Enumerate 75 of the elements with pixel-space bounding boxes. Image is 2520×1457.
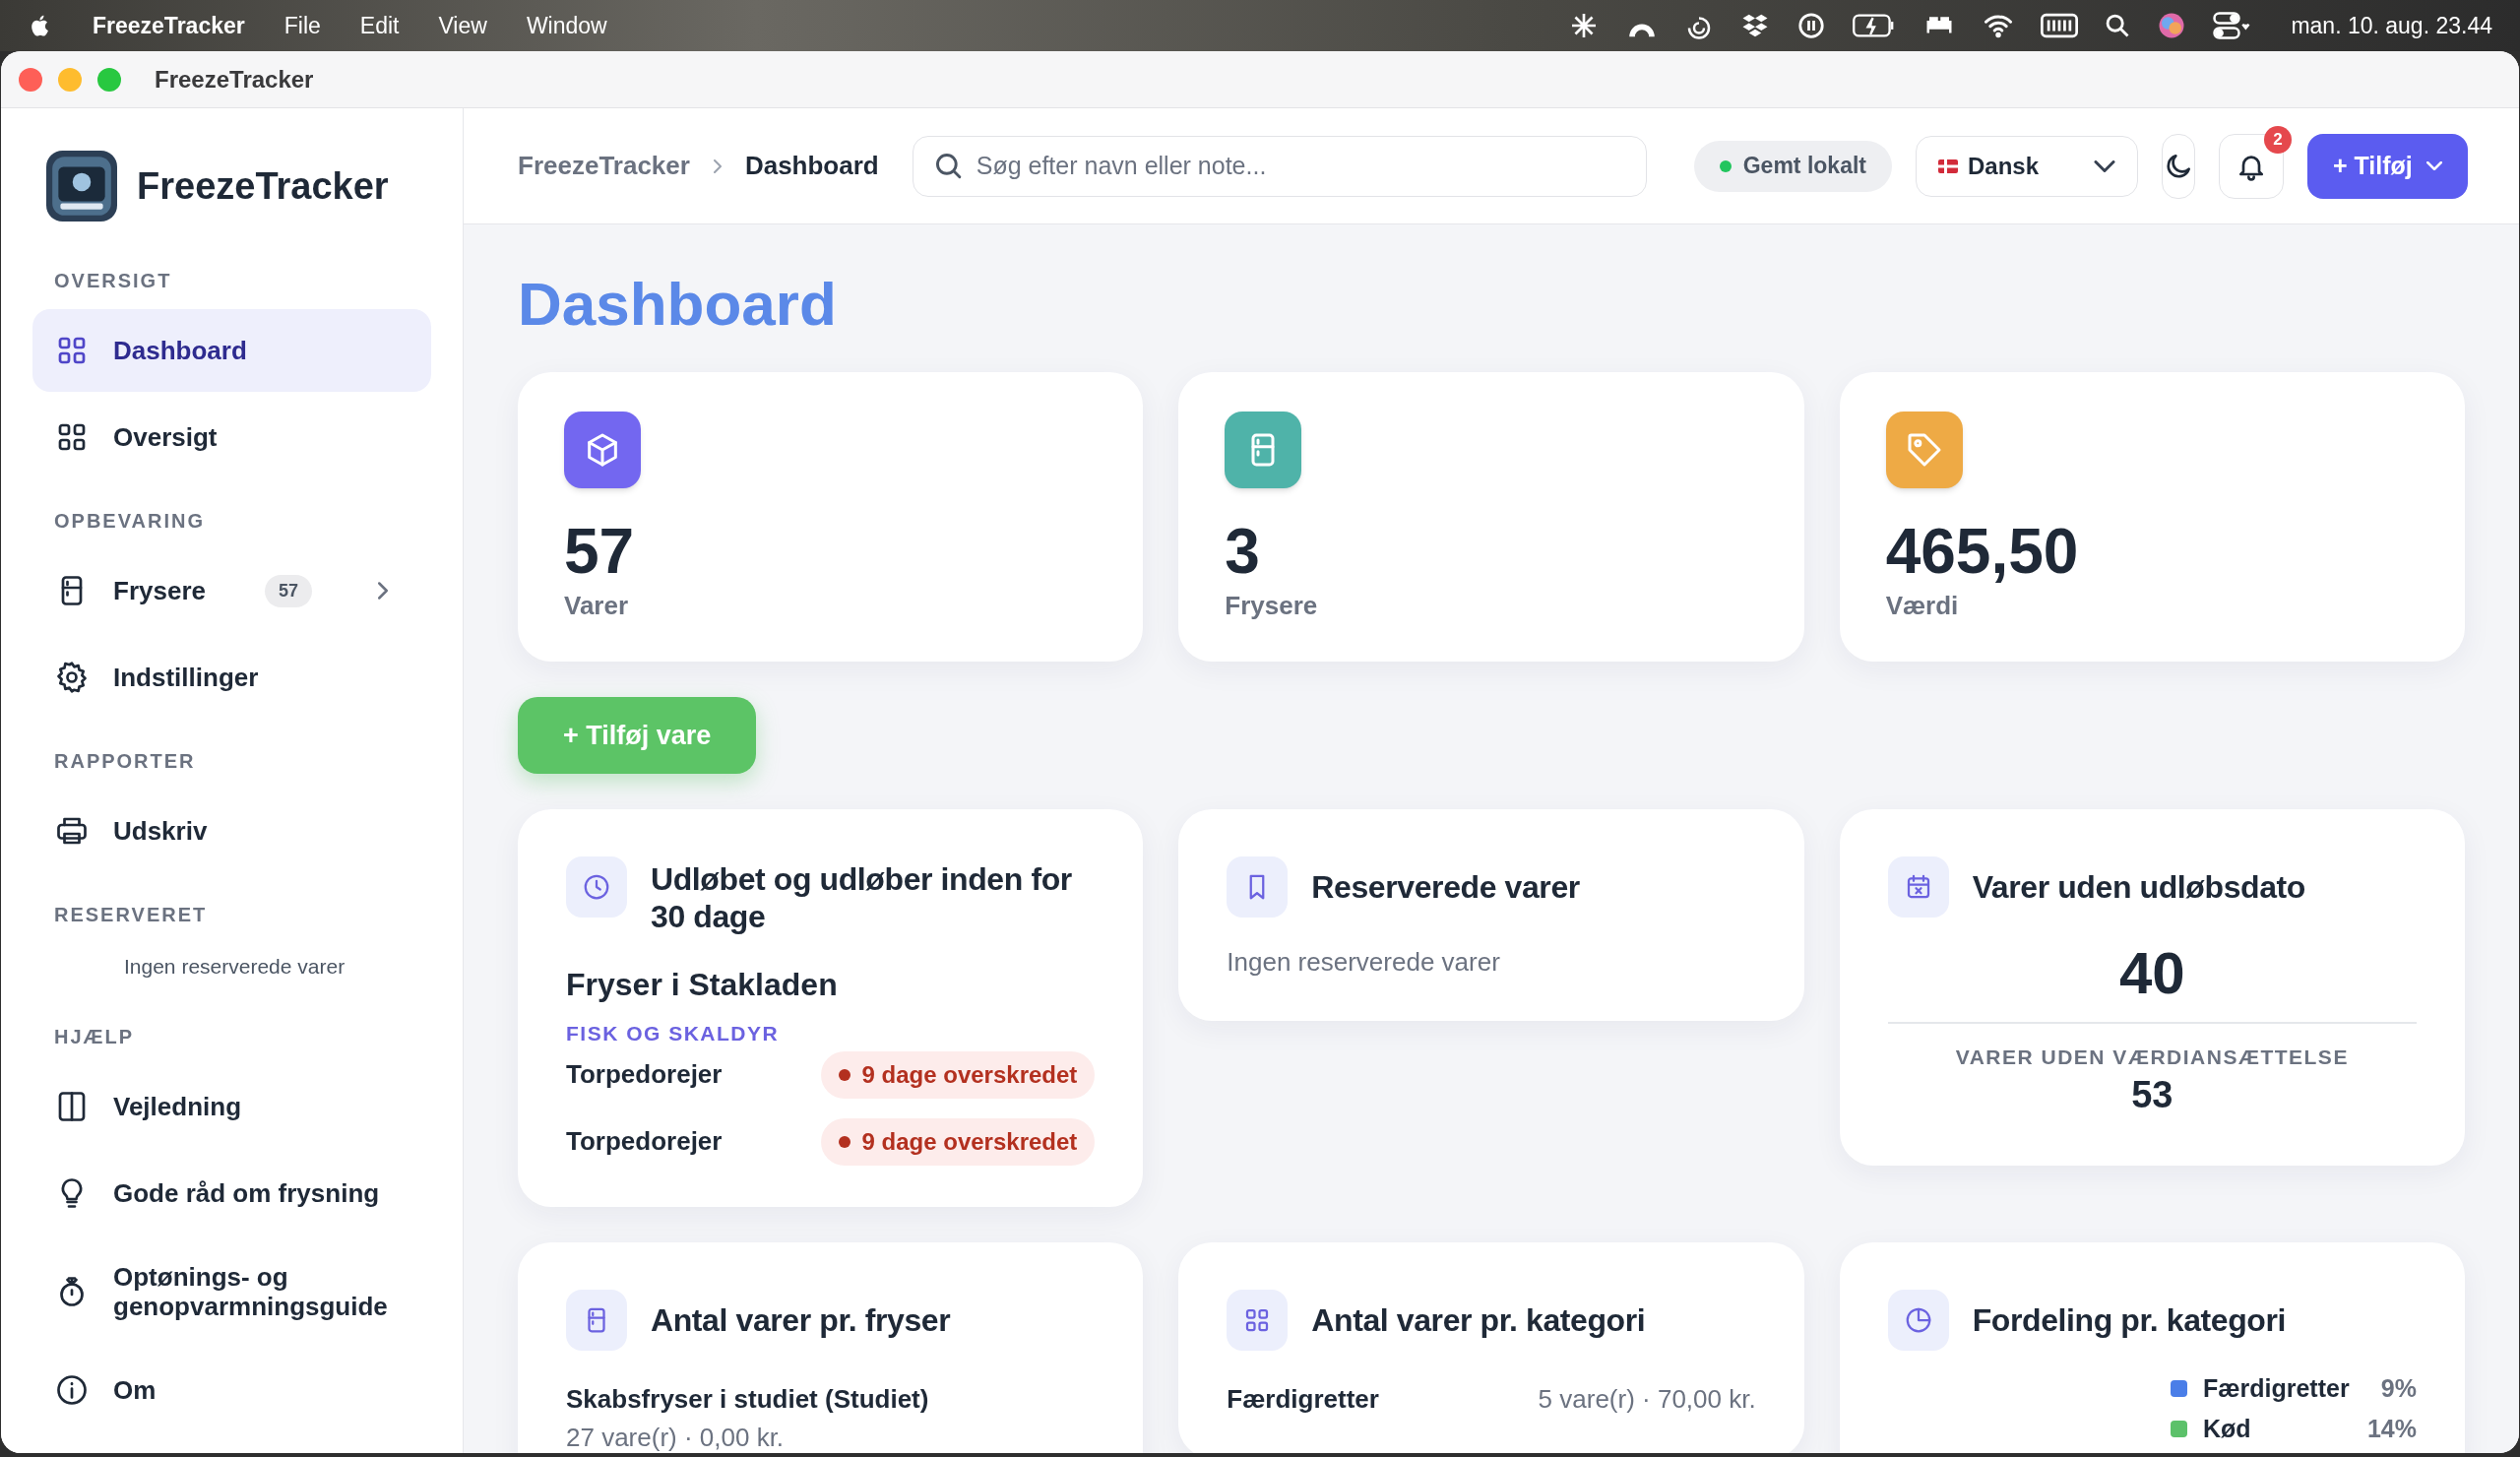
section-heading: OVERSIGT [53,269,173,293]
breadcrumb-item[interactable]: FreezeTracker [518,147,690,185]
card-title: Fordeling pr. kategori [1972,1300,2286,1339]
menu-app-name[interactable]: FreezeTracker [93,8,245,43]
item-detail: 5 vare(r) · 70,00 kr. [1538,1382,1756,1416]
menu-item[interactable]: Window [526,8,607,43]
sidebar-item[interactable]: Oversigt [32,396,431,478]
language-select[interactable]: Dansk [1916,135,2138,197]
keyboard-icon[interactable] [2041,12,2079,39]
circle-bar-icon[interactable] [1796,11,1827,40]
card-title: Reserverede varer [1311,868,1580,906]
section-heading: HJÆLP [53,1024,136,1049]
freezer-name: Fryser i Stakladen [566,966,839,1004]
sidebar-item[interactable]: Gode råd om frysning [32,1151,431,1235]
sidebar-item[interactable]: Dashboard [32,309,431,392]
count-badge: 57 [264,574,312,607]
chevron-right-icon [713,158,722,173]
status-badge: 9 dage overskredet [820,1050,1096,1099]
close-button[interactable] [19,67,42,92]
chevron-down-icon [2094,159,2115,172]
menu-clock[interactable]: man. 10. aug. 23.44 [2291,8,2492,43]
legend-label: Færdigretter [2203,1372,2351,1404]
sidebar-item[interactable]: Optønings- og genopvarmningsguide [32,1237,431,1345]
empty-text: Ingen reserverede varer [123,954,346,980]
stat-label: Varer [564,590,630,622]
item-name: Torpedorejer [566,1125,723,1158]
card-title: Antal varer pr. fryser [651,1300,951,1339]
card-title: Udløbet og udløber inden for 30 dage [651,860,1073,935]
menu-item[interactable]: Edit [359,8,400,43]
app-logo-icon [46,151,117,222]
stat-value: 465,50 [1885,516,2080,587]
app-name: FreezeTracker [137,163,389,209]
chevron-down-icon [2426,161,2442,170]
status-badge: 9 dage overskredet [820,1117,1096,1166]
legend-value: 14% [2366,1414,2417,1444]
breadcrumb-item: Dashboard [744,150,879,182]
search-field[interactable]: Søg efter navn eller note... [912,135,1647,197]
stat-label: Frysere [1225,590,1319,622]
section-heading: RAPPORTER [53,749,197,774]
section-heading: RESERVERET [53,903,209,927]
clock-icon [582,872,611,902]
sidebar-item[interactable]: Vejledning [32,1064,431,1148]
count-value: 53 [2130,1072,2174,1116]
empty-text: Ingen reserverede varer [1227,946,1501,979]
stat-value: 3 [1225,516,1261,587]
page-title: Dashboard [518,270,838,339]
settings-icon [54,660,90,695]
control-center-icon[interactable] [2212,11,2252,40]
count-value: 40 [2117,939,2186,1008]
category-label: FISK OG SKALDYR [566,1021,781,1046]
card-title: Antal varer pr. kategori [1311,1300,1646,1339]
sidebar-item[interactable]: Indstillinger [32,636,431,719]
menu-item[interactable]: File [284,8,321,43]
stat-value: 57 [564,516,636,587]
stat-label: Værdi [1885,590,1960,622]
sidebar-item[interactable]: Om [32,1348,431,1431]
search-icon [935,153,962,179]
card-title: Varer uden udløbsdato [1972,868,2305,906]
sidebar-item[interactable]: Udskriv [32,790,431,872]
add-button[interactable]: + Tilføj [2307,133,2468,199]
window-title: FreezeTracker [155,64,314,95]
flag-icon [1938,158,1958,173]
section-heading: OPBEVARING [53,509,206,534]
item-detail: 27 vare(r) · 0,00 kr. [566,1421,786,1453]
legend-label: Kød [2203,1414,2252,1444]
notification-badge: 2 [2264,125,2292,154]
menu-item[interactable]: View [438,8,487,43]
legend-value: 9% [2380,1372,2417,1404]
theme-toggle-button[interactable] [2162,133,2195,199]
category-name: Færdigretter [1227,1382,1379,1416]
sub-label: VARER UDEN VÆRDIANSÆTTELSE [1954,1045,2350,1070]
sidebar-item[interactable]: Frysere 57 [32,549,431,632]
freezer-name: Skabsfryser i studiet (Studiet) [566,1382,930,1416]
item-name: Torpedorejer [566,1058,723,1091]
save-status-badge: Gemt lokalt [1693,140,1892,192]
